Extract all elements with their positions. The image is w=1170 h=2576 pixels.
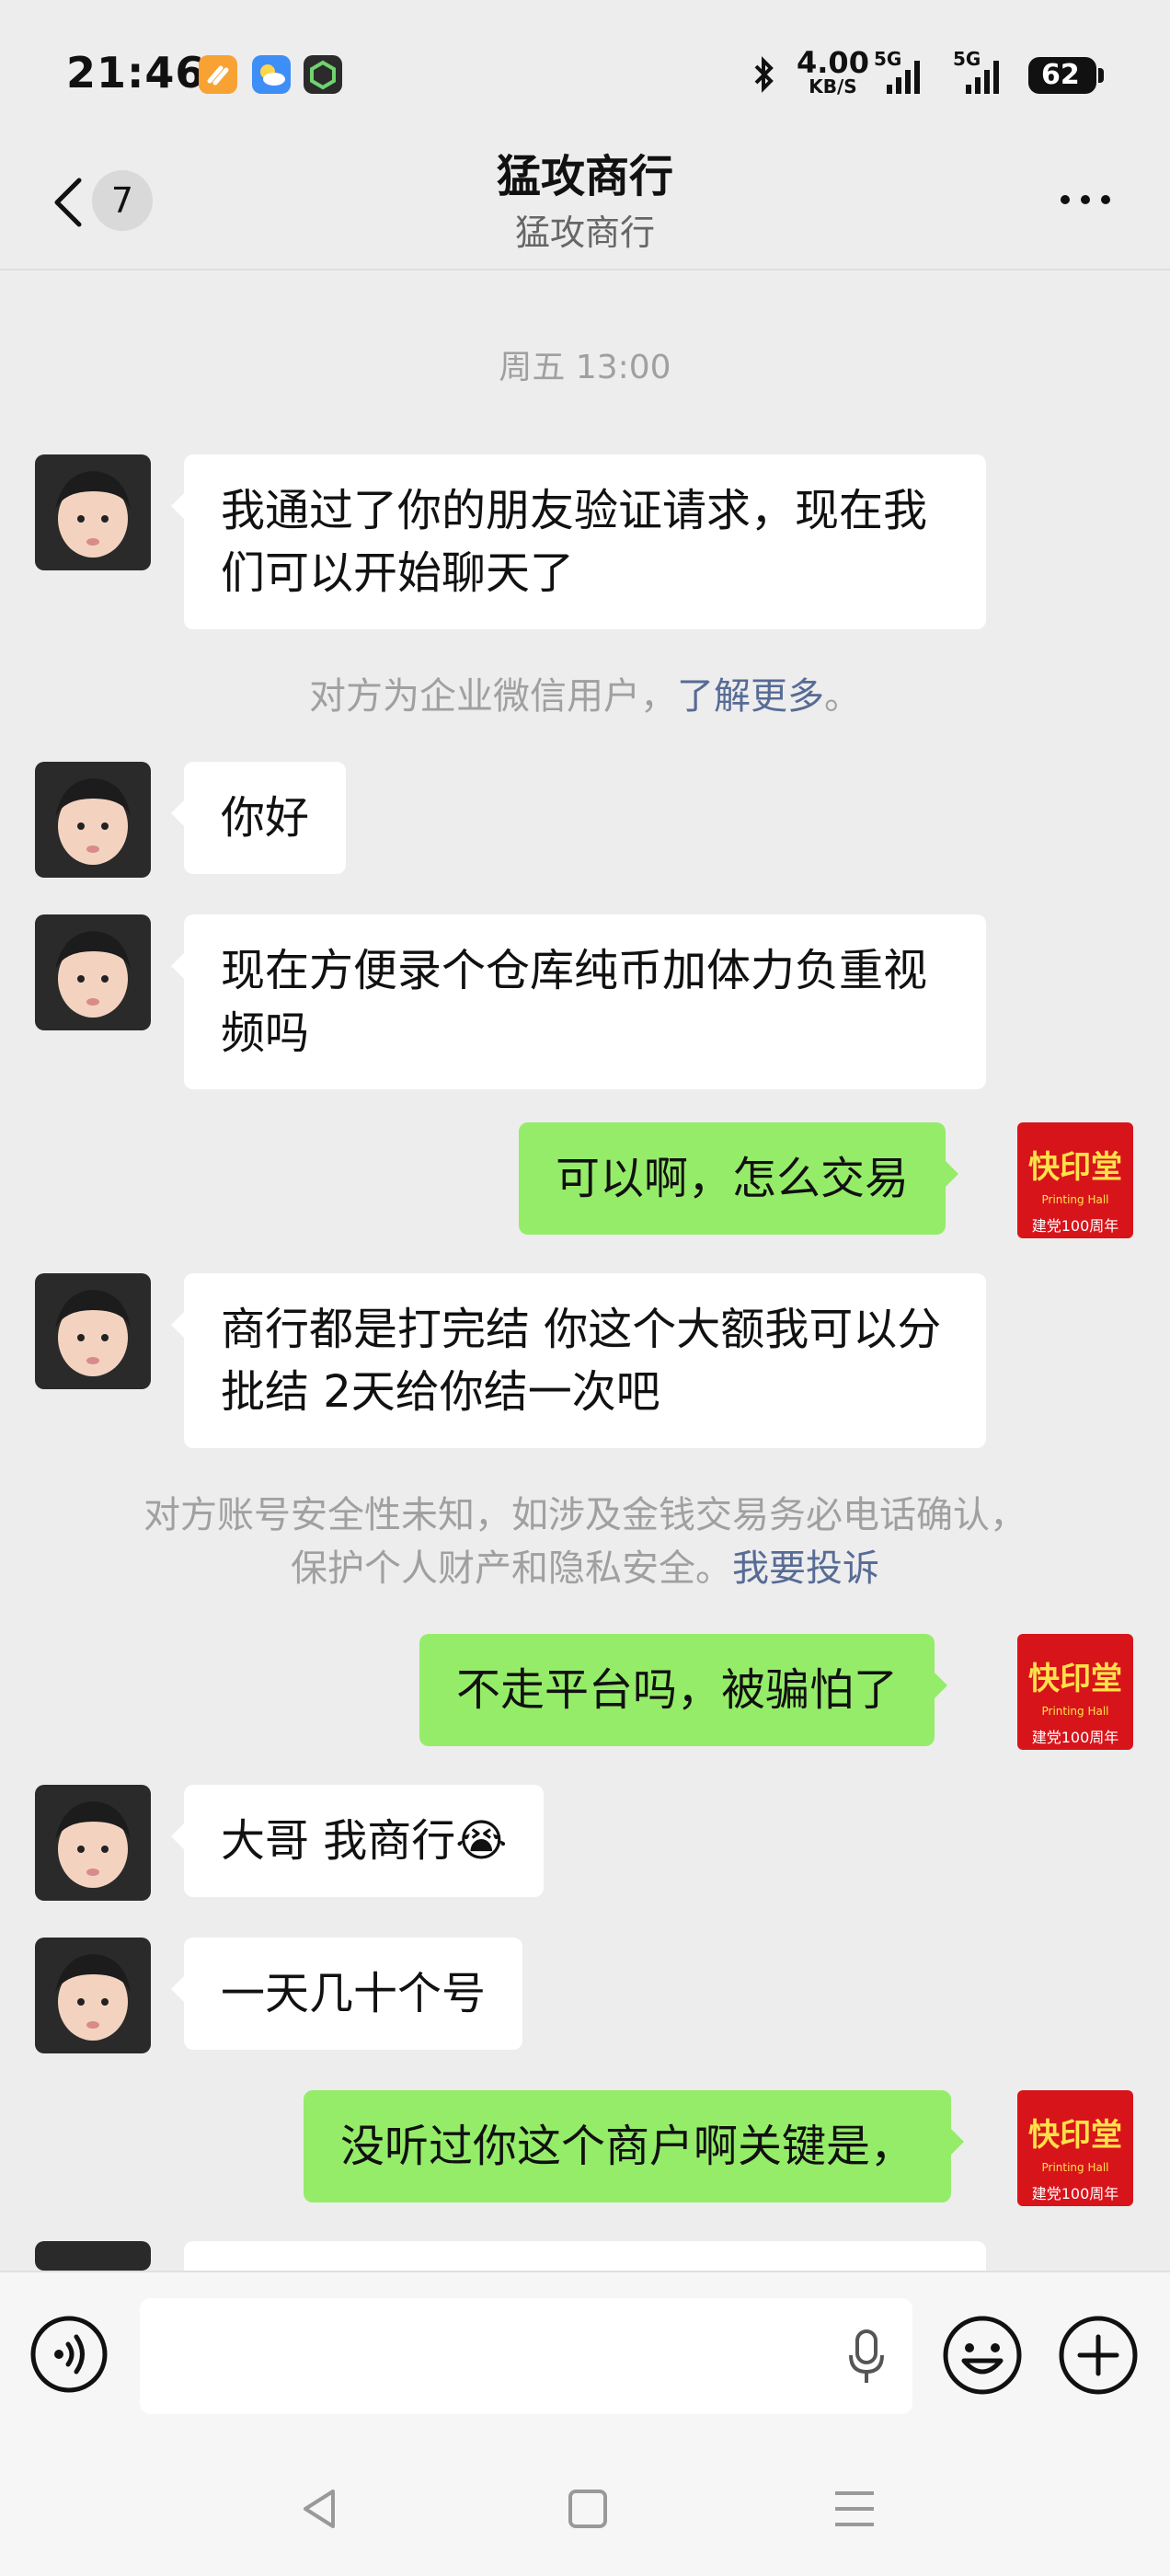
more-dots-icon (1061, 195, 1110, 204)
svg-text:Printing Hall: Printing Hall (1041, 1193, 1108, 1206)
svg-text:Printing Hall: Printing Hall (1041, 1705, 1108, 1718)
message-bubble-mine[interactable]: 可以啊，怎么交易 (519, 1122, 959, 1235)
contact-avatar[interactable] (35, 1785, 151, 1901)
chat-timestamp: 周五 13:00 (499, 349, 671, 386)
system-notice-enterprise: 对方为企业微信用户，了解更多。 (309, 675, 861, 718)
nav-back-icon (304, 2490, 335, 2528)
slash-app-icon (199, 55, 237, 94)
status-time: 21:46 (66, 48, 206, 98)
report-link[interactable]: 我要投诉 (732, 1547, 879, 1590)
page-title: 猛攻商行 (496, 151, 673, 202)
nav-home-button[interactable] (565, 2484, 611, 2537)
voice-mode-icon (30, 2316, 108, 2393)
svg-text:快印堂: 快印堂 (1028, 1149, 1122, 1186)
my-avatar[interactable]: 快印堂 Printing Hall 建党100周年 (1017, 1634, 1133, 1750)
emoji-button[interactable] (942, 2315, 1023, 2396)
svg-text:建党100周年: 建党100周年 (1032, 1217, 1119, 1235)
signal-icon-1: 5G (874, 48, 929, 101)
system-nav-bar (0, 2447, 1170, 2576)
contact-avatar[interactable] (35, 454, 151, 570)
svg-text:Printing Hall: Printing Hall (1041, 2161, 1108, 2174)
page-subtitle: 猛攻商行 (514, 213, 655, 253)
plus-button[interactable] (1058, 2315, 1139, 2396)
emoji-icon (943, 2316, 1022, 2395)
my-avatar[interactable]: 快印堂 Printing Hall 建党100周年 (1017, 1122, 1133, 1238)
nav-menu-button[interactable] (832, 2484, 878, 2537)
message-bubble-mine[interactable]: 不走平台吗，被骗怕了 (419, 1634, 948, 1746)
battery-indicator: 62 (1028, 57, 1104, 94)
plus-icon (1059, 2316, 1138, 2395)
status-bar: 21:46 4.00 KB/S 5G 5G 62 (0, 0, 1170, 138)
svg-text:建党100周年: 建党100周年 (1032, 1729, 1119, 1746)
shield-app-icon (304, 55, 342, 94)
system-notice-security: 对方账号安全性未知，如涉及金钱交易务必电话确认， 保护个人财产和隐私安全。我要投… (143, 1494, 1027, 1590)
voice-mode-button[interactable] (29, 2315, 109, 2394)
svg-text:快印堂: 快印堂 (1028, 2117, 1122, 2154)
contact-avatar[interactable] (35, 1273, 151, 1389)
weather-app-icon (252, 55, 291, 94)
message-bubble[interactable]: 我通过了你的朋友验证请求，现在我们可以开始聊天了 (171, 454, 986, 629)
input-bar (0, 2271, 1170, 2449)
contact-avatar[interactable] (35, 914, 151, 1030)
message-bubble[interactable]: 你好 (170, 762, 347, 874)
message-bubble[interactable]: 商行都是打完结 你这个大额我可以分批结 2天给你结一次吧 (171, 1273, 986, 1448)
more-button[interactable] (1058, 189, 1113, 211)
message-input[interactable] (140, 2298, 912, 2414)
learn-more-link[interactable]: 了解更多 (677, 675, 824, 718)
contact-avatar[interactable] (35, 2241, 151, 2271)
microphone-icon (849, 2329, 884, 2383)
nav-home-icon (568, 2490, 607, 2528)
bluetooth-icon (749, 53, 780, 99)
contact-avatar[interactable] (35, 1938, 151, 2053)
message-bubble-partial (184, 2241, 986, 2271)
my-avatar[interactable]: 快印堂 Printing Hall 建党100周年 (1017, 2090, 1133, 2206)
microphone-button[interactable] (848, 2329, 885, 2388)
nav-menu-icon (835, 2491, 874, 2526)
message-bubble-mine[interactable]: 没听过你这个商户啊关键是， (304, 2090, 965, 2202)
message-bubble[interactable]: 现在方便录个仓库纯币加体力负重视频吗 (171, 914, 986, 1089)
message-bubble[interactable]: 大哥 我商行😭 (170, 1785, 545, 1897)
contact-avatar[interactable] (35, 762, 151, 878)
svg-text:快印堂: 快印堂 (1028, 1661, 1122, 1697)
signal-icon-2: 5G (946, 48, 1010, 101)
svg-text:建党100周年: 建党100周年 (1032, 2185, 1119, 2202)
message-bubble[interactable]: 一天几十个号 (170, 1938, 523, 2050)
network-speed: 4.00 KB/S (797, 45, 869, 98)
nav-back-button[interactable] (296, 2484, 342, 2537)
